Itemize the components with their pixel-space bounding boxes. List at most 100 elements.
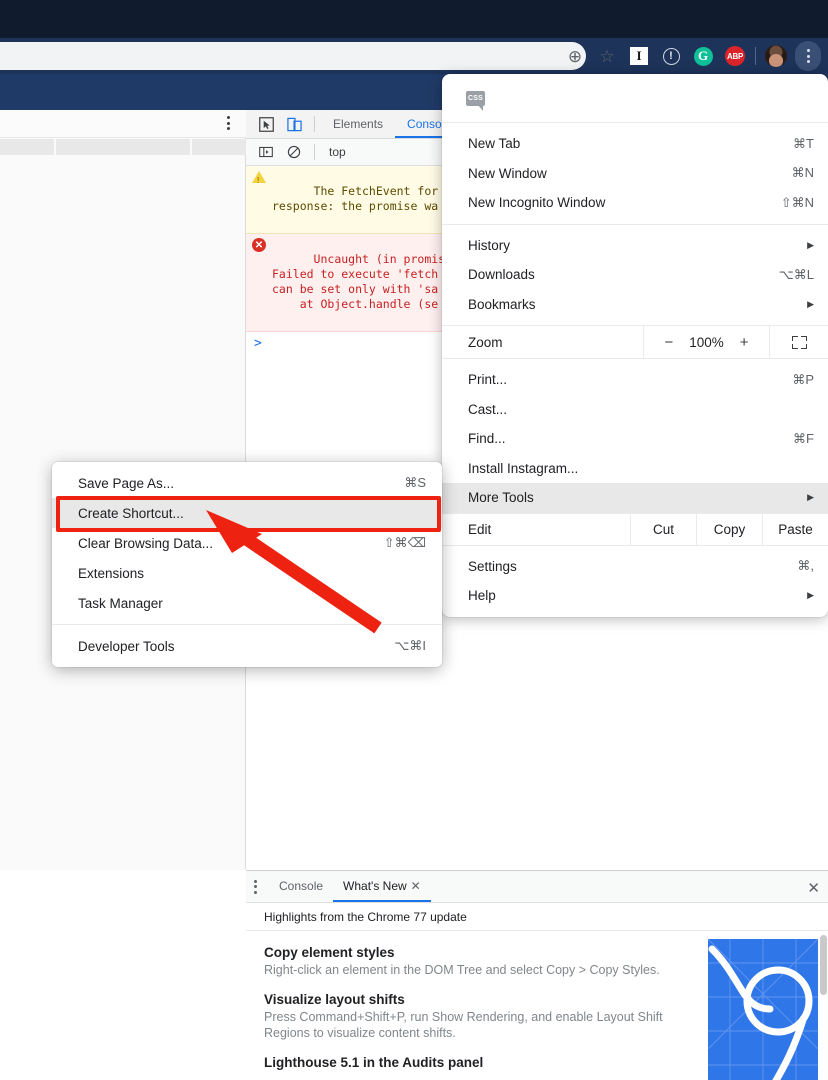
menu-header: CSS [442,74,828,123]
console-error-line-2: Failed to execute 'fetch [272,267,439,281]
menu-zoom-row: Zoom − 100% + [442,325,828,359]
menu-item-accel: ⌘N [791,165,814,181]
menu-item-label: New Incognito Window [468,195,606,211]
warning-icon [252,170,266,188]
edit-copy-button[interactable]: Copy [696,513,762,545]
menu-section-settings: Settings ⌘, Help ▶ [442,546,828,617]
menu-item-new-tab[interactable]: New Tab ⌘T [442,129,828,159]
menu-item-label: New Tab [468,136,521,152]
menu-item-label: Bookmarks [468,296,536,312]
menu-item-new-window[interactable]: New Window ⌘N [442,159,828,189]
submenu-item-label: Developer Tools [78,638,175,654]
menu-section-tools: Print... ⌘P Cast... Find... ⌘F Install I… [442,359,828,513]
menu-zoom-controls: − 100% + [643,326,770,358]
menu-item-accel: ⌘T [793,135,814,151]
more-tools-submenu: Save Page As... ⌘S Create Shortcut... Cl… [52,462,442,667]
extension-info-icon[interactable]: ! [655,40,687,72]
drawer-tab-close-icon[interactable]: ✕ [411,879,421,893]
drawer-close-icon[interactable]: ✕ [807,879,820,897]
submenu-item-save-page-as[interactable]: Save Page As... ⌘S [52,468,442,498]
menu-item-accel: ⌘P [792,371,814,387]
console-error-line-3: can be set only with 'sa [272,282,439,296]
clear-console-icon[interactable] [280,139,308,165]
submenu-item-extensions[interactable]: Extensions [52,558,442,588]
drawer-scrollbar[interactable] [820,935,827,995]
chrome-77-artwork [708,939,818,1080]
menu-section-new: New Tab ⌘T New Window ⌘N New Incognito W… [442,123,828,218]
chevron-right-icon: ▶ [807,590,814,601]
devtools-toolbar-divider [314,116,315,132]
menu-divider [442,223,828,225]
whats-new-entry-desc: Right-click an element in the DOM Tree a… [264,963,660,977]
menu-edit-row: Edit Cut Copy Paste [442,512,828,546]
zoom-in-button[interactable]: + [740,334,749,351]
menu-item-label: Cast... [468,401,508,417]
menu-item-history[interactable]: History ▶ [442,231,828,261]
chevron-right-icon: ▶ [807,298,814,309]
menu-item-label: Settings [468,558,517,574]
menu-item-label: Downloads [468,267,535,283]
submenu-item-accel: ⌘S [404,475,426,490]
console-context-selector[interactable]: top [329,145,346,159]
fullscreen-button[interactable] [770,326,828,358]
page-kebab-icon[interactable] [227,116,230,130]
devtools-tab-elements[interactable]: Elements [321,110,395,138]
adblockplus-glyph: ABP [725,46,745,66]
extension-instapaper-icon[interactable]: I [623,40,655,72]
menu-item-new-incognito-window[interactable]: New Incognito Window ⇧⌘N [442,188,828,218]
menu-item-find[interactable]: Find... ⌘F [442,424,828,454]
inspect-element-icon[interactable] [252,111,280,137]
omnibox[interactable] [0,42,586,70]
bookmark-star-icon[interactable]: ☆ [591,40,623,72]
whats-new-subtitle: Highlights from the Chrome 77 update [246,903,828,931]
avatar-image [765,45,787,67]
drawer-tab-whats-new[interactable]: What's New ✕ [333,871,431,902]
menu-item-bookmarks[interactable]: Bookmarks ▶ [442,290,828,320]
menu-item-help[interactable]: Help ▶ [442,581,828,611]
menu-item-print[interactable]: Print... ⌘P [442,365,828,395]
css-badge-icon: CSS [466,90,485,111]
menu-item-downloads[interactable]: Downloads ⌥⌘L [442,260,828,290]
menu-item-accel: ⇧⌘N [780,194,814,210]
submenu-item-label: Create Shortcut... [78,505,184,521]
menu-edit-label: Edit [468,521,492,537]
add-to-desktop-icon[interactable]: ⊕ [559,40,591,72]
edit-paste-button[interactable]: Paste [762,513,828,545]
zoom-out-button[interactable]: − [664,334,673,351]
profile-avatar[interactable] [760,40,792,72]
submenu-item-create-shortcut[interactable]: Create Shortcut... [52,498,442,528]
extension-grammarly-icon[interactable]: G [687,40,719,72]
submenu-item-accel: ⇧⌘⌫ [383,535,426,550]
extension-adblockplus-icon[interactable]: ABP [719,40,751,72]
submenu-item-clear-browsing-data[interactable]: Clear Browsing Data... ⇧⌘⌫ [52,528,442,558]
drawer-kebab-icon[interactable] [254,879,257,894]
menu-item-install-instagram[interactable]: Install Instagram... [442,454,828,484]
device-toolbar-icon[interactable] [280,111,308,137]
devtools-drawer: Console What's New ✕ ✕ Highlights from th… [246,870,828,1080]
submenu-item-task-manager[interactable]: Task Manager [52,588,442,618]
menu-zoom-label: Zoom [468,334,503,350]
submenu-item-developer-tools[interactable]: Developer Tools ⌥⌘I [52,631,442,661]
edit-cut-button[interactable]: Cut [630,513,696,545]
menu-item-cast[interactable]: Cast... [442,395,828,425]
menu-item-label: Find... [468,431,506,447]
chevron-right-icon: ▶ [807,492,814,503]
menu-item-label: More Tools [468,490,534,506]
whats-new-entry-desc: Press Command+Shift+P, run Show Renderin… [264,1010,663,1040]
menu-item-label: Help [468,588,496,604]
menu-item-label: Install Instagram... [468,460,579,476]
console-sidebar-toggle-icon[interactable] [252,139,280,165]
drawer-tab-console[interactable]: Console [269,871,333,902]
menu-item-accel: ⌘, [797,558,814,574]
menu-item-accel: ⌥⌘L [778,266,814,282]
zoom-level-value: 100% [689,334,724,350]
menu-section-library: History ▶ Downloads ⌥⌘L Bookmarks ▶ [442,231,828,320]
menu-item-more-tools[interactable]: More Tools ▶ [442,483,828,513]
chrome-menu-kebab-icon[interactable] [792,40,824,72]
submenu-item-label: Clear Browsing Data... [78,535,214,551]
menu-item-settings[interactable]: Settings ⌘, [442,552,828,582]
window-titlebar [0,0,828,38]
bookmark-star-glyph: ☆ [599,46,615,66]
chevron-right-icon: ▶ [807,239,814,250]
console-warning-line-2: response: the promise wa [272,199,439,213]
